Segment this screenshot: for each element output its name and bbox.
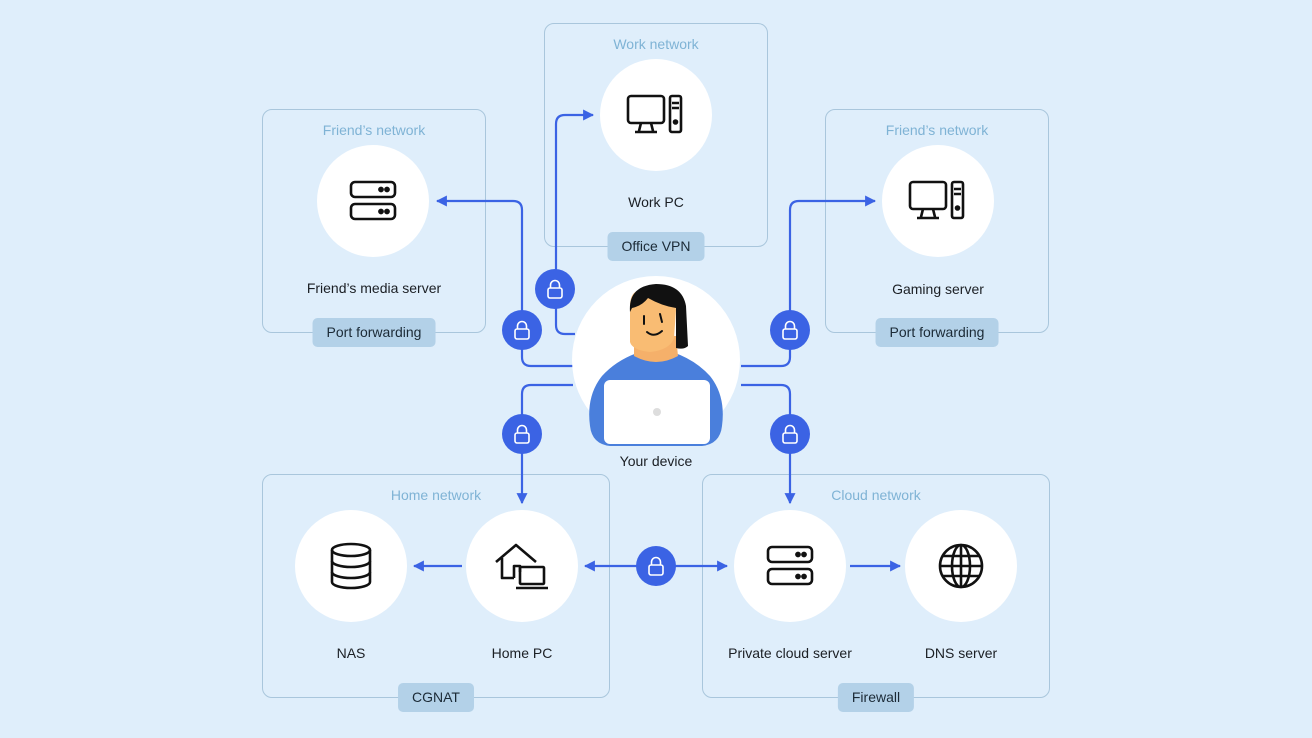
person-with-laptop-illustration bbox=[572, 276, 740, 446]
desktop-computer-icon bbox=[908, 180, 965, 220]
lock-icon-home bbox=[502, 414, 542, 454]
home-computer-icon bbox=[495, 543, 548, 590]
server-icon bbox=[349, 180, 397, 221]
office-vpn-badge: Office VPN bbox=[607, 232, 705, 261]
dns-server-label: DNS server bbox=[924, 645, 998, 661]
work-pc-label: Work PC bbox=[628, 194, 684, 210]
nas-node[interactable] bbox=[295, 510, 407, 622]
firewall-badge: Firewall bbox=[837, 683, 915, 712]
desktop-computer-icon bbox=[626, 94, 683, 134]
port-forwarding-badge-right: Port forwarding bbox=[875, 318, 999, 347]
nas-label: NAS bbox=[336, 645, 366, 661]
friends-media-server-label: Friend’s media server bbox=[306, 280, 442, 296]
private-cloud-server-node[interactable] bbox=[734, 510, 846, 622]
cgnat-badge: CGNAT bbox=[398, 683, 474, 712]
lock-icon-home-cloud bbox=[636, 546, 676, 586]
lock-icon-cloud bbox=[770, 414, 810, 454]
server-icon bbox=[766, 545, 814, 586]
line-to-gaming-server bbox=[741, 195, 877, 368]
work-pc-node[interactable] bbox=[600, 59, 712, 171]
globe-icon bbox=[938, 543, 984, 589]
lock-icon-work bbox=[535, 269, 575, 309]
friends-media-server-node[interactable] bbox=[317, 145, 429, 257]
port-forwarding-badge-left: Port forwarding bbox=[312, 318, 436, 347]
home-pc-node[interactable] bbox=[466, 510, 578, 622]
your-device-label: Your device bbox=[619, 453, 693, 469]
home-pc-label: Home PC bbox=[491, 645, 553, 661]
lock-icon-friend-left bbox=[502, 310, 542, 350]
your-device-node[interactable] bbox=[572, 276, 740, 446]
gaming-server-label: Gaming server bbox=[892, 281, 984, 297]
gaming-server-node[interactable] bbox=[882, 145, 994, 257]
dns-server-node[interactable] bbox=[905, 510, 1017, 622]
lock-icon-friend-right bbox=[770, 310, 810, 350]
private-cloud-server-label: Private cloud server bbox=[728, 645, 852, 661]
database-icon bbox=[330, 542, 372, 590]
